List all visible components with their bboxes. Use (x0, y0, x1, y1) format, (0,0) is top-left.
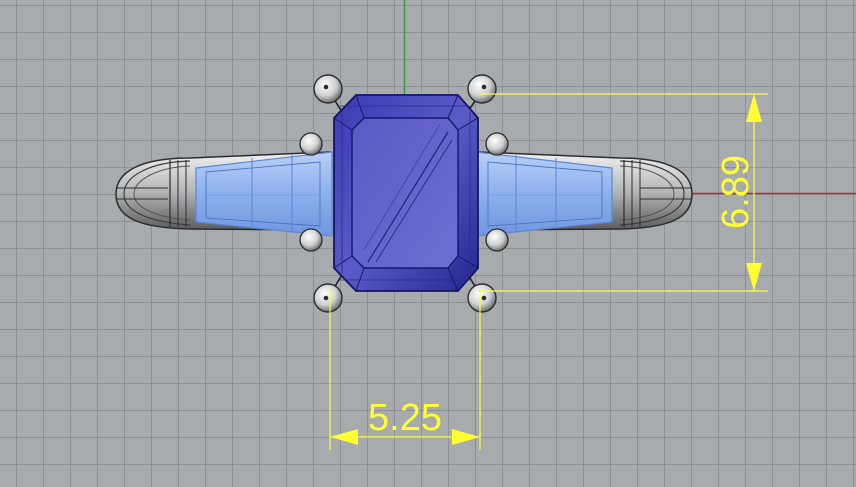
dimension-height-label[interactable]: 6.89 (715, 155, 757, 229)
dimension-width[interactable]: 5.25 (329, 290, 481, 450)
center-gemstone[interactable] (333, 94, 479, 292)
ring-model[interactable] (115, 74, 693, 313)
arrowhead-top (746, 94, 762, 122)
viewport-scene[interactable]: 5.25 6.89 (0, 0, 856, 487)
prong-mid-lower-right[interactable] (485, 228, 509, 252)
3d-viewport[interactable]: 5.25 6.89 (0, 0, 856, 487)
prong-mid-lower-left[interactable] (299, 228, 323, 252)
dimension-width-label[interactable]: 5.25 (368, 397, 442, 439)
prong-mid-upper-left[interactable] (299, 132, 323, 156)
prong-bottom-right[interactable] (467, 283, 497, 313)
arrowhead-right (452, 429, 480, 445)
prong-bottom-left[interactable] (313, 283, 343, 313)
prong-mid-upper-right[interactable] (485, 132, 509, 156)
prong-top-right[interactable] (467, 74, 497, 104)
arrowhead-left (330, 429, 358, 445)
prong-top-left[interactable] (313, 74, 343, 104)
arrowhead-bottom (746, 263, 762, 291)
